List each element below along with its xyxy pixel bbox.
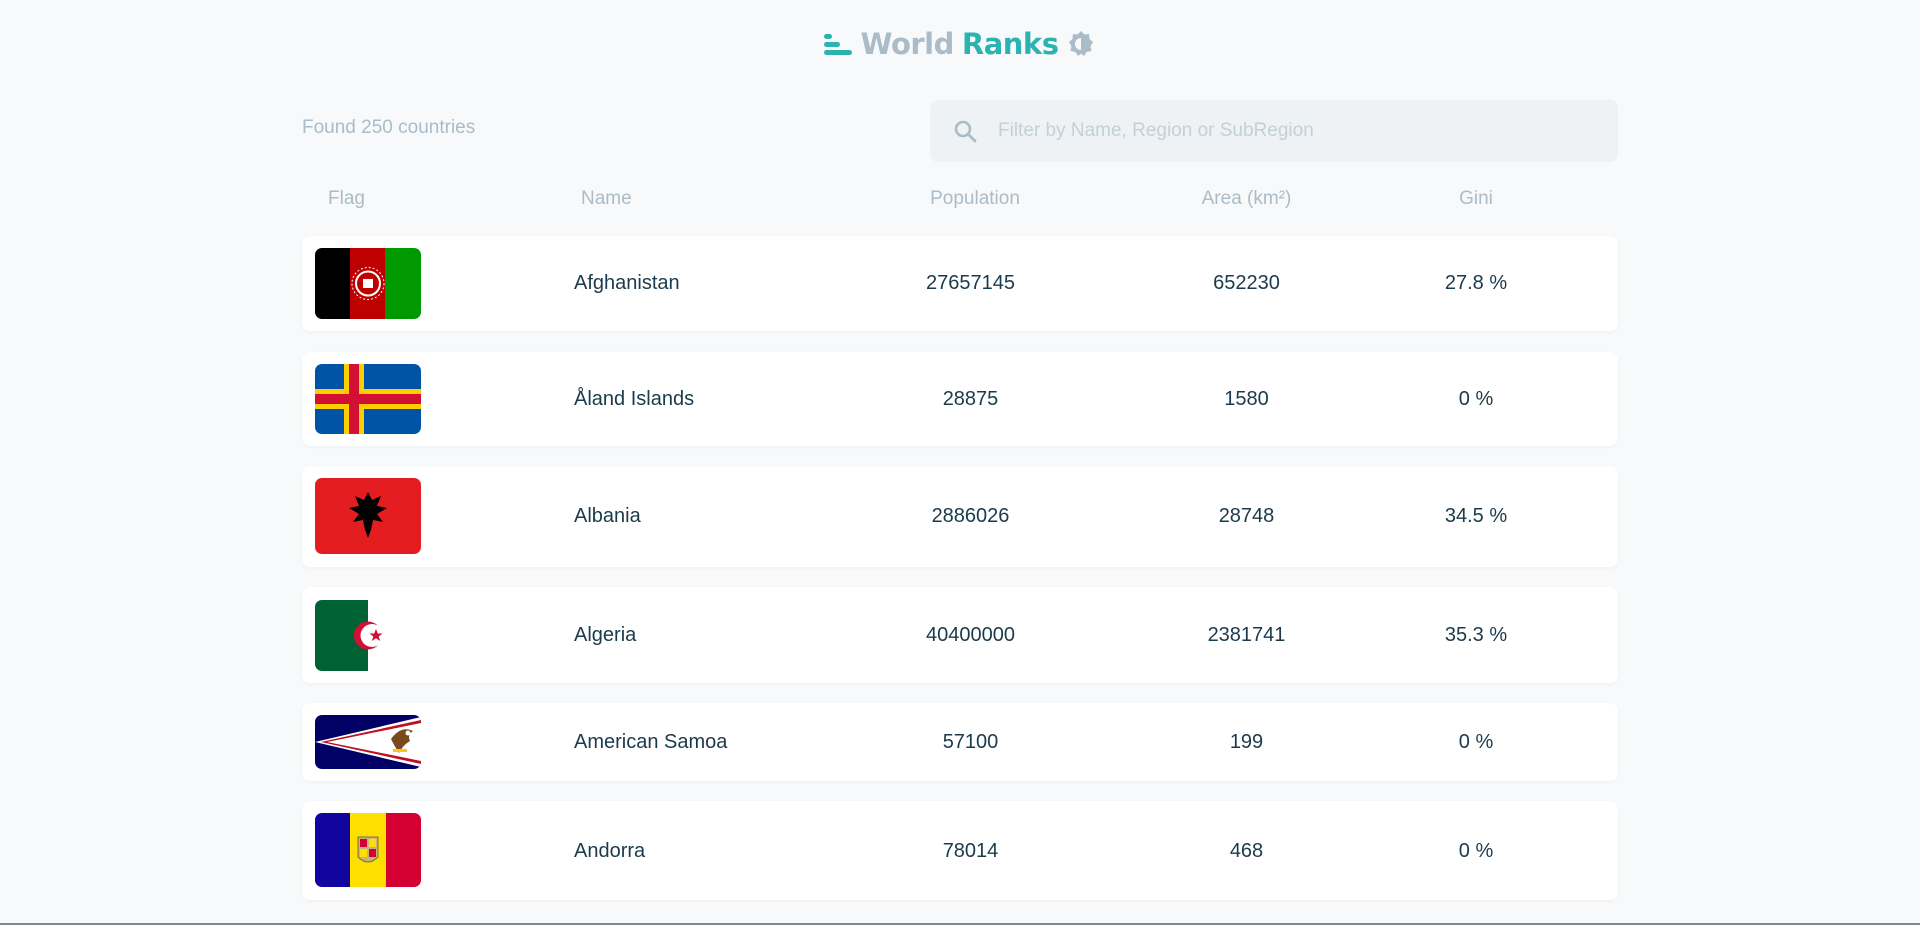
- aland-islands-flag: [315, 364, 421, 434]
- table-header: Flag Name Population Area (km²) Gini: [302, 188, 1618, 212]
- country-area: 199: [1229, 731, 1264, 753]
- header-gini[interactable]: Gini: [1426, 188, 1526, 210]
- country-name: American Samoa: [574, 731, 728, 753]
- andorra-flag: [315, 813, 421, 887]
- app-title-world: World: [860, 27, 955, 61]
- theme-toggle-icon: [1069, 31, 1094, 56]
- search-icon: [954, 120, 977, 143]
- algeria-flag: [315, 600, 421, 671]
- country-name: Albania: [574, 505, 641, 527]
- country-area: 28748: [1218, 505, 1275, 527]
- table-row[interactable]: Algeria 40400000 2381741 35.3 %: [302, 587, 1618, 683]
- header-population[interactable]: Population: [919, 188, 1031, 210]
- table-row[interactable]: Andorra 78014 468 0 %: [302, 801, 1618, 900]
- country-population: 78014: [942, 840, 999, 862]
- country-area: 652230: [1213, 272, 1280, 294]
- country-population: 28875: [942, 388, 999, 410]
- country-name: Algeria: [574, 624, 637, 646]
- header-name[interactable]: Name: [581, 188, 632, 210]
- country-gini: 27.8 %: [1444, 272, 1508, 294]
- search-input[interactable]: [998, 120, 1578, 142]
- country-area: 468: [1229, 840, 1264, 862]
- american-samoa-flag: [315, 715, 421, 769]
- app-title-ranks: Ranks: [961, 27, 1059, 61]
- country-population: 27657145: [926, 272, 1015, 294]
- country-name: Andorra: [574, 840, 646, 862]
- albania-flag: [315, 478, 421, 554]
- afghanistan-flag: [315, 248, 421, 319]
- search-box[interactable]: [930, 100, 1618, 162]
- header-flag: Flag: [328, 188, 365, 209]
- country-gini: 0 %: [1458, 731, 1494, 753]
- country-population: 57100: [942, 731, 999, 753]
- country-gini: 35.3 %: [1444, 624, 1508, 646]
- country-name: Åland Islands: [574, 388, 695, 410]
- table-row[interactable]: American Samoa 57100 199 0 %: [302, 703, 1618, 781]
- toolbar: Found 250 countries: [302, 100, 1618, 162]
- country-name: Afghanistan: [574, 272, 680, 294]
- country-gini: 34.5 %: [1444, 505, 1508, 527]
- app-header: World Ranks: [0, 26, 1920, 62]
- country-area: 1580: [1224, 388, 1269, 410]
- country-population: 2886026: [931, 505, 1010, 527]
- theme-toggle-button[interactable]: [1066, 29, 1096, 59]
- table-row[interactable]: Afghanistan 27657145 652230 27.8 %: [302, 236, 1618, 331]
- country-population: 40400000: [926, 624, 1015, 646]
- header-area[interactable]: Area (km²): [1178, 188, 1315, 210]
- country-gini: 0 %: [1458, 840, 1494, 862]
- country-area: 2381741: [1207, 624, 1286, 646]
- app-title: World Ranks: [861, 27, 1059, 61]
- result-count: Found 250 countries: [302, 117, 476, 138]
- table-row[interactable]: Albania 2886026 28748 34.5 %: [302, 466, 1618, 567]
- bar-chart-logo-icon: [823, 33, 852, 55]
- table-row[interactable]: Åland Islands 28875 1580 0 %: [302, 352, 1618, 446]
- country-gini: 0 %: [1458, 388, 1494, 410]
